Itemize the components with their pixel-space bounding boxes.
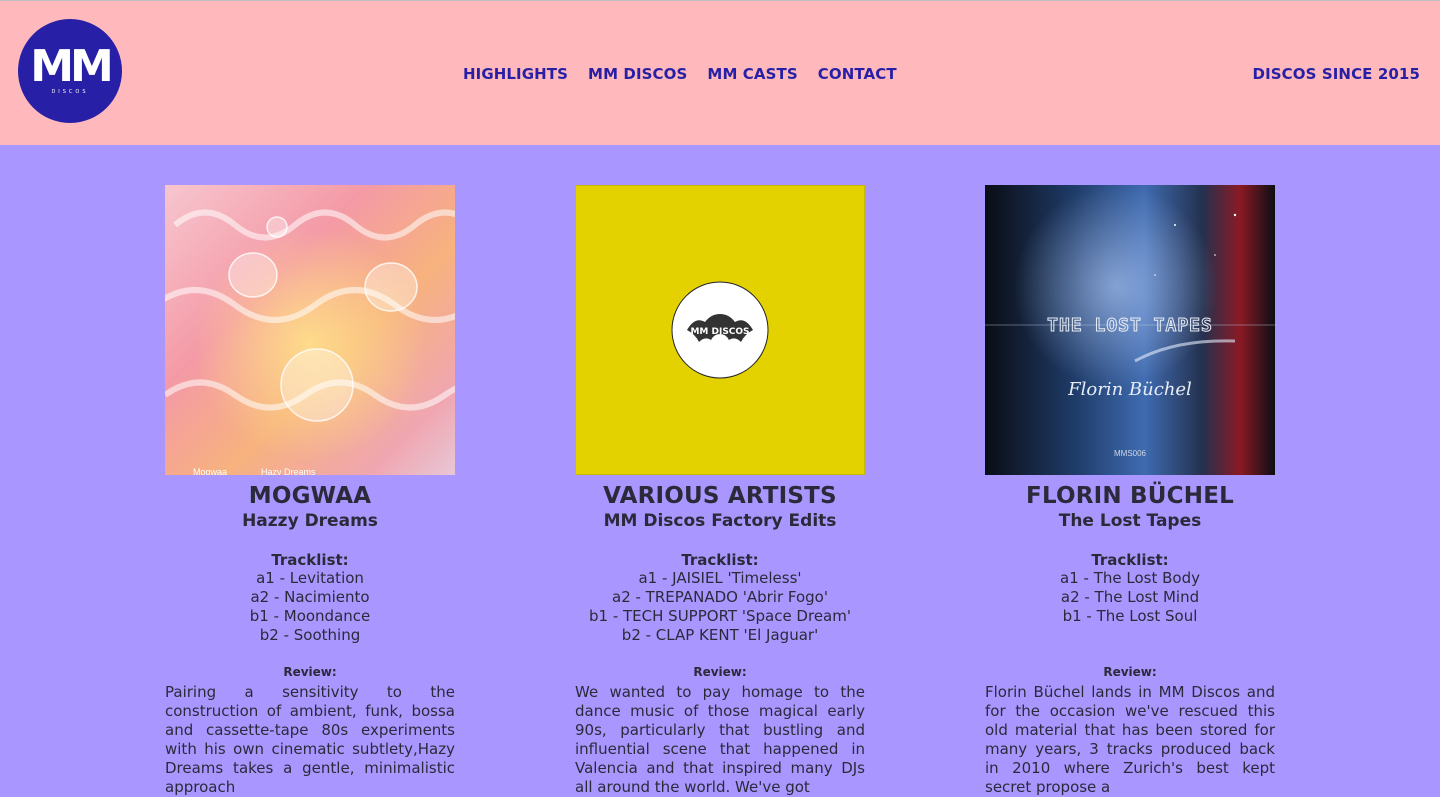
review-text: We wanted to pay homage to the dance mus… xyxy=(575,683,865,796)
site-header: MM DISCOS HIGHLIGHTS MM DISCOS MM CASTS … xyxy=(0,1,1440,145)
nav-contact[interactable]: CONTACT xyxy=(818,65,897,83)
release-artist: VARIOUS ARTISTS xyxy=(603,483,837,509)
review-text: Florin Büchel lands in MM Discos and for… xyxy=(985,683,1275,796)
release-artist: FLORIN BÜCHEL xyxy=(1026,483,1234,509)
review-heading: Review: xyxy=(283,665,337,679)
album-cover-mogwaa[interactable]: Mogwaa Hazy Dreams xyxy=(165,185,455,475)
track-item: a1 - JAISIEL 'Timeless' xyxy=(638,569,802,587)
release-artist: MOGWAA xyxy=(248,483,372,509)
track-item: a2 - The Lost Mind xyxy=(1060,588,1200,606)
track-item: b1 - The Lost Soul xyxy=(1062,607,1198,625)
tracklist-heading: Tracklist: xyxy=(1091,551,1169,569)
album-cover-lost-tapes[interactable]: THE LOST TAPES Florin Büchel MMS006 xyxy=(985,185,1275,475)
track-item: b2 - Soothing xyxy=(259,626,361,644)
cover-signature: Florin Büchel xyxy=(1067,379,1192,400)
track-item: a1 - Levitation xyxy=(256,569,364,587)
release-title: Hazzy Dreams xyxy=(242,511,378,531)
cover-caption-artist: Mogwaa xyxy=(193,467,227,475)
track-item: b1 - TECH SUPPORT 'Space Dream' xyxy=(589,607,851,625)
record-label-text: MM DISCOS xyxy=(690,327,749,337)
nav-highlights[interactable]: HIGHLIGHTS xyxy=(463,65,568,83)
main-nav: HIGHLIGHTS MM DISCOS MM CASTS CONTACT xyxy=(463,65,897,83)
release-card: MM DISCOS VARIOUS ARTISTS MM Discos Fact… xyxy=(575,185,865,797)
review-text: Pairing a sensitivity to the constructio… xyxy=(165,683,455,796)
track-item: a2 - Nacimiento xyxy=(250,588,370,606)
track-item: b2 - CLAP KENT 'El Jaguar' xyxy=(621,626,819,644)
review-heading: Review: xyxy=(693,665,747,679)
cover-catalog: MMS006 xyxy=(1114,449,1147,458)
mm-discos-logo[interactable]: MM DISCOS xyxy=(18,19,122,123)
release-card: THE LOST TAPES Florin Büchel MMS006 FLOR… xyxy=(985,185,1275,797)
track-item: a1 - The Lost Body xyxy=(1060,569,1200,587)
release-title: MM Discos Factory Edits xyxy=(603,511,837,531)
logo-subtext: DISCOS xyxy=(51,89,89,95)
album-cover-factory-edits[interactable]: MM DISCOS xyxy=(575,185,865,475)
track-item: b1 - Moondance xyxy=(249,607,371,625)
track-item: a2 - TREPANADO 'Abrir Fogo' xyxy=(612,588,828,606)
header-tagline: DISCOS SINCE 2015 xyxy=(1252,65,1420,83)
tracklist-heading: Tracklist: xyxy=(681,551,759,569)
cover-title: THE LOST TAPES xyxy=(1047,315,1213,336)
tracklist-heading: Tracklist: xyxy=(271,551,349,569)
cover-caption-title: Hazy Dreams xyxy=(261,467,316,475)
nav-mm-discos[interactable]: MM DISCOS xyxy=(588,65,687,83)
logo-mark: MM xyxy=(30,41,114,92)
release-card: Mogwaa Hazy Dreams MOGWAA Hazzy Dreams T… xyxy=(165,185,455,797)
release-title: The Lost Tapes xyxy=(1058,511,1202,531)
review-heading: Review: xyxy=(1103,665,1157,679)
nav-mm-casts[interactable]: MM CASTS xyxy=(707,65,797,83)
